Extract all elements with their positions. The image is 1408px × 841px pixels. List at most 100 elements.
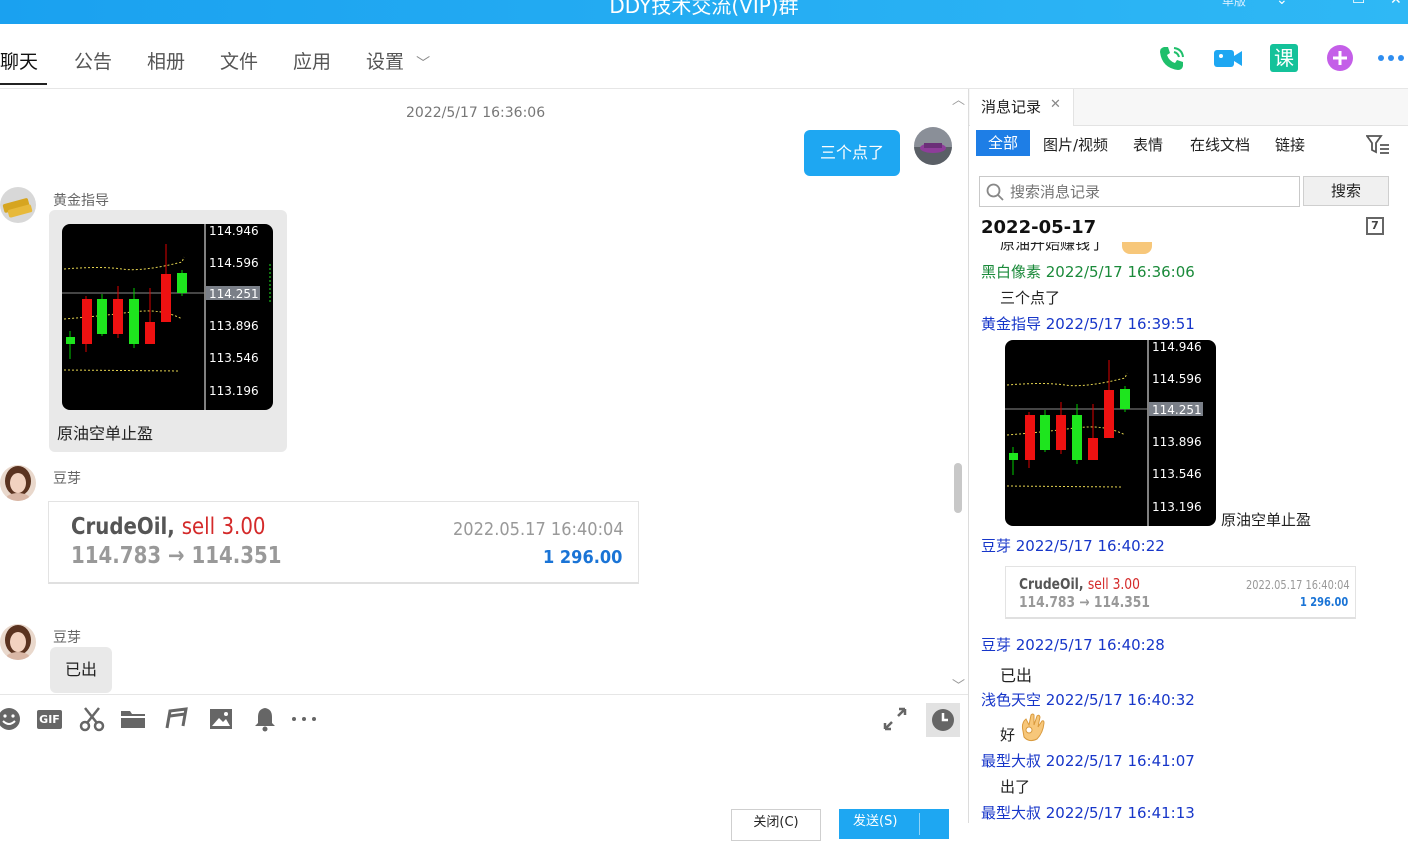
filter-docs[interactable]: 在线文档 [1190, 134, 1250, 155]
image-icon[interactable] [208, 706, 234, 732]
my-message-bubble[interactable]: 三个点了 [804, 130, 900, 176]
chart-price-labels: 114.946 114.596 114.251 113.896 113.546 … [62, 224, 273, 410]
active-tab-underline [0, 83, 47, 85]
price-label-highlight: 114.251 [209, 287, 259, 301]
tab-files[interactable]: 文件 [220, 47, 258, 74]
history-search-input[interactable] [1008, 179, 1292, 204]
gif-icon[interactable]: GIF [37, 710, 62, 729]
tab-settings[interactable]: 设置 ﹀ [366, 47, 430, 74]
expand-icon[interactable] [882, 706, 908, 732]
sender-name: 豆芽 [53, 630, 81, 646]
price-label-highlight: 114.251 [1152, 403, 1202, 417]
price-label: 114.946 [1152, 340, 1202, 354]
tab-announcement[interactable]: 公告 [74, 47, 112, 74]
filter-media[interactable]: 图片/视频 [1043, 134, 1108, 155]
price-label: 113.196 [209, 384, 259, 398]
chevron-down-icon[interactable]: ⌄ [1276, 0, 1288, 8]
send-button[interactable]: 发送(S) [839, 809, 949, 839]
message-timestamp: 2022/5/17 16:36:06 [406, 105, 546, 121]
history-tab-title: 消息记录 [981, 98, 1042, 116]
history-meta: 浅色天空 2022/5/17 16:40:32 [981, 691, 1195, 709]
my-avatar[interactable] [914, 127, 952, 165]
chevron-down-icon: ﹀ [416, 56, 431, 72]
collapse-down-icon[interactable]: ﹀ [952, 675, 965, 694]
emoji-icon[interactable] [0, 706, 22, 732]
window-title: DDY技术交流(VIP)群 [609, 0, 799, 18]
trade-prices: 114.783 → 114.351 [1019, 593, 1150, 611]
video-icon[interactable] [1212, 42, 1244, 74]
trade-title: CrudeOil, sell 3.00 [1019, 575, 1140, 593]
more-dots-icon[interactable] [291, 706, 317, 732]
trade-card[interactable]: CrudeOil, sell 3.00 114.783 → 114.351 20… [48, 501, 639, 584]
maximize-icon[interactable]: ▭ [1352, 0, 1365, 8]
partial-message-text: 原油开始赚钱了 [1000, 242, 1106, 253]
price-label: 113.546 [1152, 467, 1202, 481]
history-text: 出了 [1000, 778, 1031, 796]
tab-chat[interactable]: 聊天 [0, 47, 38, 74]
history-meta: 最型大叔 2022/5/17 16:41:13 [981, 804, 1195, 822]
chat-scrollbar-thumb[interactable] [954, 463, 962, 513]
course-icon[interactable]: 课 [1270, 44, 1298, 72]
trade-profit: 1 296.00 [1300, 595, 1349, 609]
sender-name: 豆芽 [53, 471, 81, 487]
more-icon[interactable] [1376, 42, 1408, 74]
price-label: 114.596 [209, 256, 259, 270]
phone-icon[interactable] [1156, 42, 1188, 74]
history-date: 2022-05-17 [981, 217, 1097, 238]
filter-links[interactable]: 链接 [1275, 134, 1305, 155]
calendar-icon[interactable]: 7 [1366, 217, 1384, 235]
scissors-icon[interactable] [79, 706, 105, 732]
close-icon[interactable]: ✕ [1050, 97, 1061, 112]
thumbs-up-emoji [1122, 242, 1152, 254]
history-text: 好 [1000, 726, 1016, 744]
trade-datetime: 2022.05.17 16:40:04 [453, 519, 624, 540]
bell-icon[interactable] [252, 706, 278, 732]
history-search-box[interactable] [979, 176, 1300, 207]
tab-apps[interactable]: 应用 [293, 47, 331, 74]
trade-action: sell 3.00 [181, 514, 266, 540]
history-tab[interactable]: 消息记录 ✕ [970, 89, 1074, 126]
history-meta: 黑白像素 2022/5/17 16:36:06 [981, 263, 1195, 281]
history-meta: 豆芽 2022/5/17 16:40:22 [981, 537, 1165, 555]
price-label: 113.546 [209, 351, 259, 365]
skin-label[interactable]: 单版 [1222, 0, 1246, 9]
filter-stickers[interactable]: 表情 [1133, 134, 1163, 155]
chat-message-area[interactable]: ︿ 2022/5/17 16:36:06 三个点了 黄金指导 114.946 1… [0, 89, 968, 694]
trade-action: sell 3.00 [1087, 575, 1140, 593]
price-label: 114.596 [1152, 372, 1202, 386]
trade-symbol: CrudeOil, [1019, 575, 1084, 593]
search-button[interactable]: 搜索 [1303, 176, 1389, 206]
search-icon [986, 183, 1004, 201]
trade-symbol: CrudeOil, [71, 514, 175, 540]
history-meta: 最型大叔 2022/5/17 16:41:07 [981, 752, 1195, 770]
tab-settings-label: 设置 [366, 51, 405, 73]
trade-profit: 1 296.00 [543, 547, 623, 568]
filter-all[interactable]: 全部 [976, 130, 1030, 156]
folder-icon[interactable] [120, 706, 146, 732]
toolbar-divider [0, 694, 968, 695]
filter-icon[interactable] [1366, 134, 1390, 156]
add-app-icon[interactable] [1324, 42, 1356, 74]
history-meta: 豆芽 2022/5/17 16:40:28 [981, 636, 1165, 654]
price-label: 113.896 [209, 319, 259, 333]
tab-album[interactable]: 相册 [147, 47, 185, 74]
close-button[interactable]: 关闭(C) [731, 809, 821, 841]
history-list[interactable]: 原油开始赚钱了 黑白像素 2022/5/17 16:36:06 三个点了 黄金指… [969, 242, 1408, 823]
message-bubble[interactable]: 已出 [50, 647, 112, 693]
price-label: 114.946 [209, 224, 259, 238]
avatar[interactable] [0, 624, 36, 660]
history-meta: 黄金指导 2022/5/17 16:39:51 [981, 315, 1195, 333]
music-icon[interactable] [164, 706, 190, 732]
send-button-label: 发送(S) [853, 814, 898, 829]
collapse-up-icon[interactable]: ︿ [952, 89, 965, 108]
avatar[interactable] [0, 465, 36, 501]
close-icon[interactable]: ✕ [1390, 0, 1402, 8]
image-caption: 原油空单止盈 [57, 424, 154, 443]
trade-card[interactable]: CrudeOil, sell 3.00 114.783 → 114.351 20… [1005, 566, 1356, 619]
trade-datetime: 2022.05.17 16:40:04 [1246, 578, 1350, 592]
history-toggle-button[interactable] [926, 703, 960, 737]
history-text: 三个点了 [1000, 289, 1061, 307]
price-label: 113.196 [1152, 500, 1202, 514]
sender-name: 黄金指导 [53, 193, 109, 209]
avatar[interactable] [0, 187, 36, 223]
